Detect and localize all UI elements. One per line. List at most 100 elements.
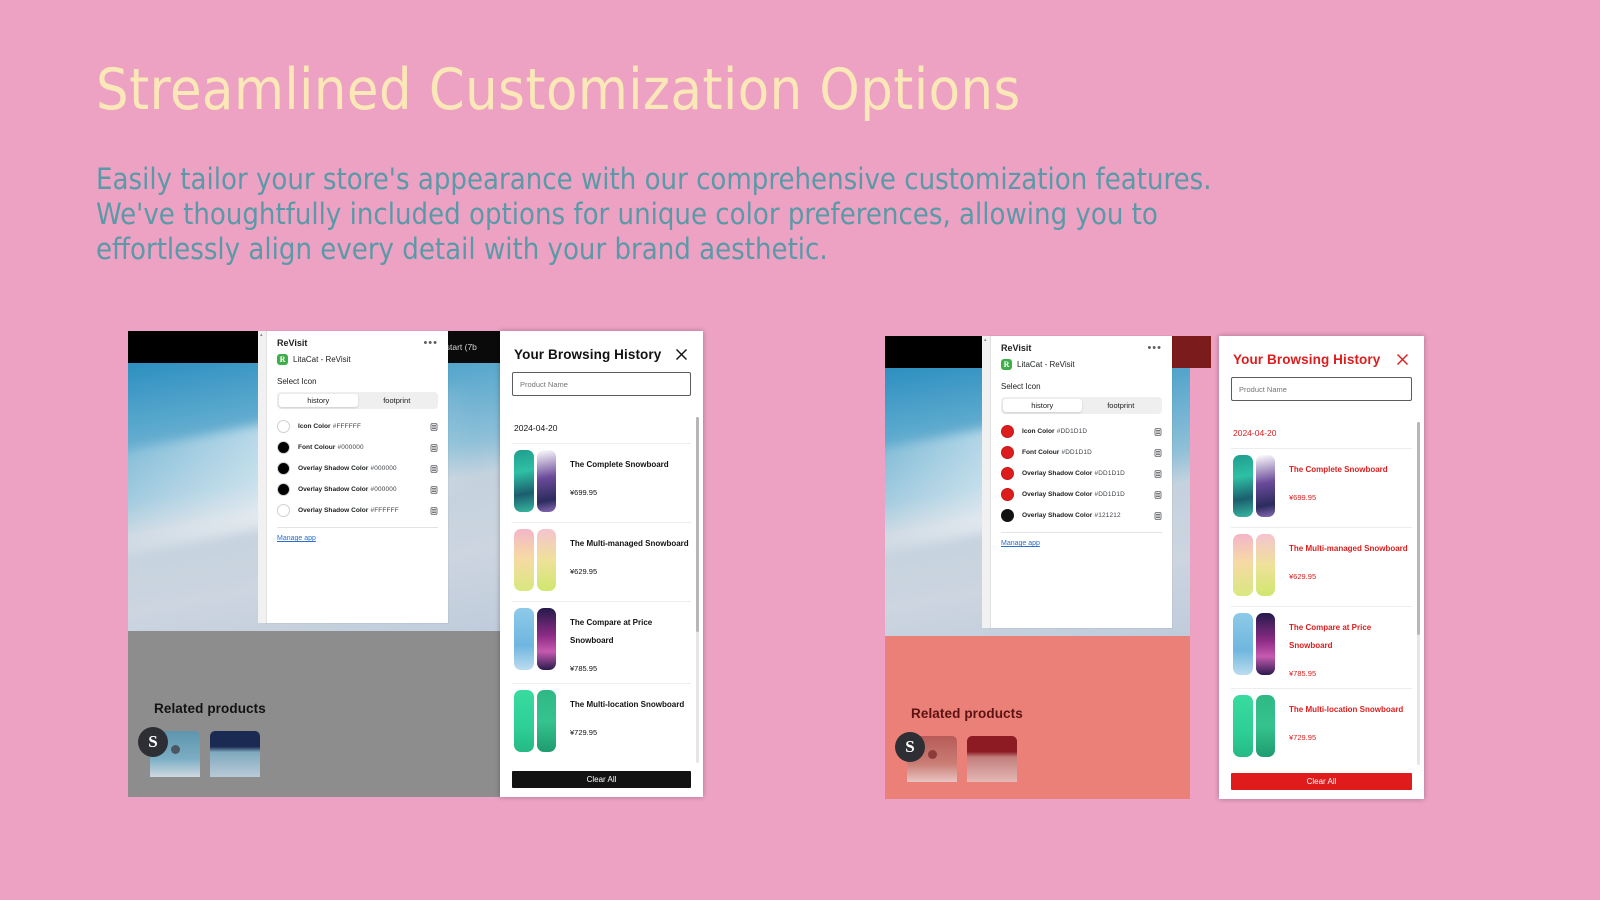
panel-scroll-rail[interactable] xyxy=(258,331,267,623)
color-setting-row[interactable]: Overlay Shadow Color #DD1D1D xyxy=(1001,484,1162,505)
product-price: ¥729.95 xyxy=(570,728,598,737)
app-logo-icon: R xyxy=(277,354,288,365)
screenshot-red-theme: Related products S ickstart ( ReVisit ••… xyxy=(885,336,1424,799)
color-setting-label: Font Colour xyxy=(1022,449,1060,457)
color-setting-hex: #121212 xyxy=(1094,512,1121,520)
color-picker-icon[interactable] xyxy=(1154,469,1162,478)
product-thumbnail[interactable] xyxy=(210,731,260,777)
panel-divider xyxy=(277,527,438,528)
app-settings-panel: ReVisit ••• R LitaCat - ReVisit Select I… xyxy=(982,336,1172,628)
drawer-title: Your Browsing History xyxy=(514,347,662,362)
list-item[interactable]: The Multi-location Snowboard ¥729.95 xyxy=(512,683,691,762)
color-picker-icon[interactable] xyxy=(430,485,438,494)
shopify-badge-icon: S xyxy=(895,732,925,762)
product-name: The Complete Snowboard xyxy=(1289,465,1388,474)
color-setting-row[interactable]: Icon Color #DD1D1D xyxy=(1001,421,1162,442)
color-picker-icon[interactable] xyxy=(430,422,438,431)
app-logo-icon: R xyxy=(1001,359,1012,370)
browsing-history-drawer: Your Browsing History 2024-04-20 The Com… xyxy=(1219,336,1424,799)
history-date-group: 2024-04-20 xyxy=(514,423,558,433)
color-swatch[interactable] xyxy=(1001,446,1014,459)
icon-style-segmented-control[interactable]: history footprint xyxy=(1001,397,1162,414)
list-item[interactable]: The Multi-location Snowboard ¥729.95 xyxy=(1231,688,1412,767)
color-setting-hex: #DD1D1D xyxy=(1056,428,1088,436)
icon-style-segmented-control[interactable]: history footprint xyxy=(277,392,438,409)
color-setting-row[interactable]: Overlay Shadow Color #DD1D1D xyxy=(1001,463,1162,484)
overflow-menu-icon[interactable]: ••• xyxy=(1147,343,1162,354)
overflow-menu-icon[interactable]: ••• xyxy=(423,338,438,349)
product-name: The Compare at Price Snowboard xyxy=(1289,623,1372,650)
manage-app-link[interactable]: Manage app xyxy=(1001,540,1040,547)
color-picker-icon[interactable] xyxy=(1154,427,1162,436)
product-thumbnail[interactable] xyxy=(967,736,1017,782)
clear-all-button[interactable]: Clear All xyxy=(1231,773,1412,790)
color-setting-row[interactable]: Overlay Shadow Color #000000 xyxy=(277,479,438,500)
color-picker-icon[interactable] xyxy=(1154,511,1162,520)
product-search-field[interactable] xyxy=(512,372,691,396)
list-item[interactable]: The Complete Snowboard ¥699.95 xyxy=(512,443,691,522)
color-setting-row[interactable]: Overlay Shadow Color #000000 xyxy=(277,458,438,479)
product-thumbnail xyxy=(514,608,556,670)
app-identity-row: R LitaCat - ReVisit xyxy=(1001,359,1162,370)
color-swatch[interactable] xyxy=(277,441,290,454)
color-swatch[interactable] xyxy=(277,462,290,475)
color-setting-row[interactable]: Overlay Shadow Color #FFFFFF xyxy=(277,500,438,521)
color-setting-row[interactable]: Font Colour #000000 xyxy=(277,437,438,458)
drawer-scrollbar[interactable] xyxy=(696,417,699,763)
segment-footprint[interactable]: footprint xyxy=(1082,399,1161,412)
color-setting-row[interactable]: Overlay Shadow Color #121212 xyxy=(1001,505,1162,526)
panel-title: ReVisit xyxy=(277,338,308,348)
screenshot-default-theme: Related products S Quickstart (7b ReVisi… xyxy=(128,331,703,797)
search-input[interactable] xyxy=(1239,384,1404,394)
color-swatch[interactable] xyxy=(277,504,290,517)
drawer-scrollbar-thumb[interactable] xyxy=(1417,422,1420,635)
color-swatch[interactable] xyxy=(1001,467,1014,480)
product-name: The Multi-location Snowboard xyxy=(570,700,685,709)
color-setting-row[interactable]: Icon Color #FFFFFF xyxy=(277,416,438,437)
clear-all-button[interactable]: Clear All xyxy=(512,771,691,788)
segment-history[interactable]: history xyxy=(279,394,358,407)
color-swatch[interactable] xyxy=(277,483,290,496)
list-item[interactable]: The Compare at Price Snowboard ¥785.95 xyxy=(512,601,691,683)
list-item[interactable]: The Complete Snowboard ¥699.95 xyxy=(1231,448,1412,527)
product-thumbnail xyxy=(514,690,556,752)
segment-history[interactable]: history xyxy=(1003,399,1082,412)
color-swatch[interactable] xyxy=(1001,425,1014,438)
page-subtitle: Easily tailor your store's appearance wi… xyxy=(96,162,1256,268)
color-setting-row[interactable]: Font Colour #DD1D1D xyxy=(1001,442,1162,463)
color-picker-icon[interactable] xyxy=(430,506,438,515)
product-thumbnail xyxy=(514,529,556,591)
color-picker-icon[interactable] xyxy=(430,443,438,452)
drawer-scrollbar-thumb[interactable] xyxy=(696,417,699,632)
list-item[interactable]: The Multi-managed Snowboard ¥629.95 xyxy=(1231,527,1412,606)
list-item[interactable]: The Multi-managed Snowboard ¥629.95 xyxy=(512,522,691,601)
close-icon[interactable] xyxy=(1395,352,1410,367)
color-picker-icon[interactable] xyxy=(1154,448,1162,457)
color-picker-icon[interactable] xyxy=(1154,490,1162,499)
product-thumbnail xyxy=(1233,613,1275,675)
browsing-history-drawer: Your Browsing History 2024-04-20 The Com… xyxy=(500,331,703,797)
color-swatch[interactable] xyxy=(1001,488,1014,501)
app-settings-panel: ReVisit ••• R LitaCat - ReVisit Select I… xyxy=(258,331,448,623)
search-input[interactable] xyxy=(520,379,683,389)
color-setting-hex: #000000 xyxy=(370,465,397,473)
manage-app-link[interactable]: Manage app xyxy=(277,535,316,542)
color-swatch[interactable] xyxy=(277,420,290,433)
product-name: The Complete Snowboard xyxy=(570,460,669,469)
close-icon[interactable] xyxy=(674,347,689,362)
panel-divider xyxy=(1001,532,1162,533)
headline-block: Streamlined Customization Options Easily… xyxy=(96,57,1346,268)
list-item[interactable]: The Compare at Price Snowboard ¥785.95 xyxy=(1231,606,1412,688)
color-setting-hex: #FFFFFF xyxy=(370,507,399,515)
color-swatch[interactable] xyxy=(1001,509,1014,522)
drawer-scrollbar[interactable] xyxy=(1417,422,1420,765)
product-price: ¥785.95 xyxy=(570,664,598,673)
product-price: ¥629.95 xyxy=(570,567,598,576)
color-setting-label: Icon Color xyxy=(1022,428,1055,436)
select-icon-label: Select Icon xyxy=(277,377,317,386)
product-search-field[interactable] xyxy=(1231,377,1412,401)
panel-scroll-rail[interactable] xyxy=(982,336,991,628)
segment-footprint[interactable]: footprint xyxy=(358,394,437,407)
color-picker-icon[interactable] xyxy=(430,464,438,473)
product-thumbnail xyxy=(1233,695,1275,757)
